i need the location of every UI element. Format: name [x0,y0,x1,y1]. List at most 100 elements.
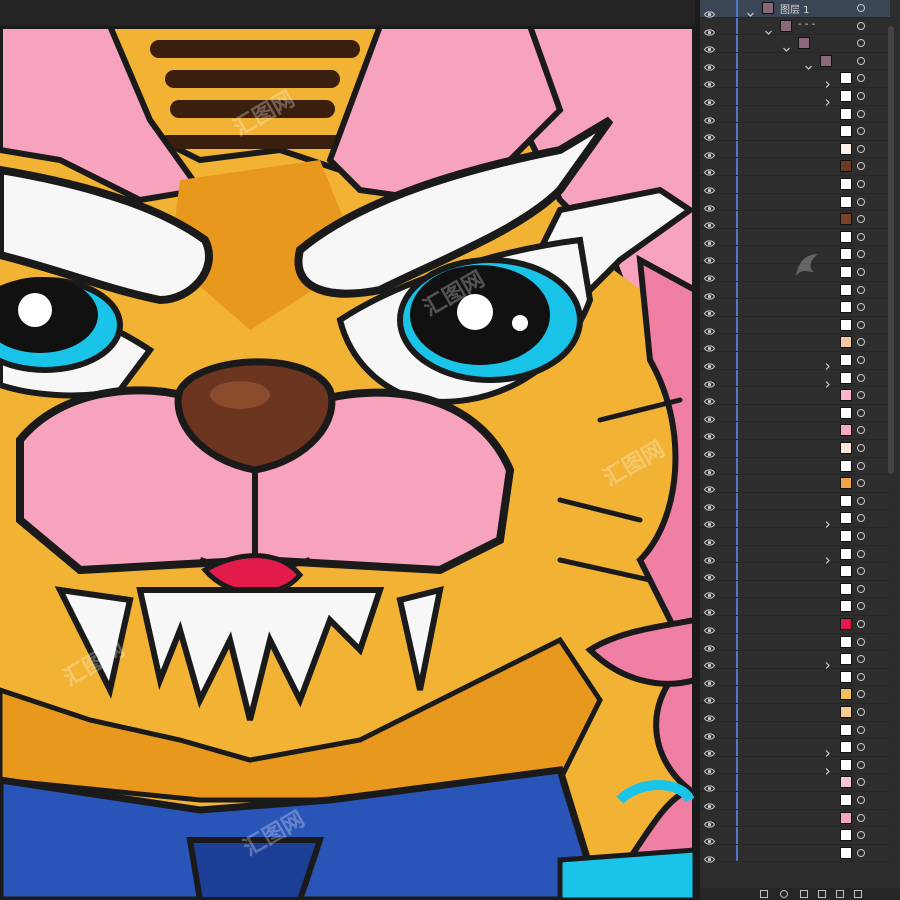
visibility-eye-icon[interactable] [703,796,716,810]
target-circle-icon[interactable] [857,584,865,593]
group-icon[interactable] [818,890,826,898]
layer-row[interactable] [700,633,890,652]
visibility-eye-icon[interactable] [703,22,716,36]
target-circle-icon[interactable] [857,356,865,364]
chevron-down-icon[interactable] [804,57,813,70]
target-circle-icon[interactable] [857,725,865,734]
target-circle-icon[interactable] [857,743,865,752]
layer-row[interactable] [700,563,890,581]
chevron-right-icon[interactable] [823,655,832,670]
layer-row[interactable] [700,668,890,687]
layer-row[interactable] [700,686,890,705]
target-circle-icon[interactable] [857,268,865,276]
layer-row[interactable] [700,52,890,71]
target-circle-icon[interactable] [857,708,865,716]
layer-row[interactable] [700,510,890,529]
target-circle-icon[interactable] [857,796,865,804]
visibility-eye-icon[interactable] [703,426,716,441]
target-circle-icon[interactable] [857,391,865,400]
visibility-eye-icon[interactable] [703,356,716,370]
layer-row[interactable] [700,475,890,493]
layer-row[interactable] [700,387,890,405]
visibility-eye-icon[interactable] [703,338,716,353]
chevron-right-icon[interactable] [823,743,832,758]
target-circle-icon[interactable] [857,408,865,417]
target-circle-icon[interactable] [857,778,865,787]
target-circle-icon[interactable] [857,127,865,136]
target-circle-icon[interactable] [857,320,865,329]
layer-row[interactable] [700,844,890,863]
layer-row[interactable] [700,70,890,89]
visibility-eye-icon[interactable] [703,690,716,705]
target-circle-icon[interactable] [857,180,865,188]
layer-row[interactable] [700,176,890,194]
export-icon[interactable] [760,890,768,898]
layer-row[interactable]: - - - [700,17,890,36]
visibility-eye-icon[interactable] [703,180,716,194]
target-circle-icon[interactable] [857,532,865,540]
layer-row[interactable] [700,316,890,335]
visibility-eye-icon[interactable] [703,655,716,669]
visibility-eye-icon[interactable] [703,602,716,617]
search-icon[interactable] [780,890,788,898]
visibility-eye-icon[interactable] [703,550,716,564]
visibility-eye-icon[interactable] [703,57,716,71]
chevron-right-icon[interactable] [823,550,832,564]
visibility-eye-icon[interactable] [703,286,716,300]
target-circle-icon[interactable] [857,444,865,452]
layer-row[interactable] [700,616,890,634]
layer-row[interactable] [700,422,890,441]
target-circle-icon[interactable] [857,760,865,769]
target-circle-icon[interactable] [857,567,865,576]
layer-row[interactable] [700,158,890,177]
visibility-eye-icon[interactable] [703,849,716,863]
target-circle-icon[interactable] [857,215,865,224]
target-circle-icon[interactable] [857,303,865,312]
target-circle-icon[interactable] [857,373,865,382]
target-circle-icon[interactable] [857,690,865,699]
visibility-eye-icon[interactable] [703,532,716,546]
visibility-eye-icon[interactable] [703,268,716,282]
visibility-eye-icon[interactable] [703,321,716,335]
target-circle-icon[interactable] [857,92,865,100]
target-circle-icon[interactable] [857,232,865,241]
target-circle-icon[interactable] [857,655,865,664]
target-circle-icon[interactable] [857,514,865,523]
layer-row[interactable] [700,105,890,124]
layer-row[interactable] [700,545,890,564]
visibility-eye-icon[interactable] [703,374,716,388]
layer-row[interactable] [700,651,890,670]
chevron-right-icon[interactable] [823,514,832,529]
layer-row[interactable] [700,352,890,370]
visibility-eye-icon[interactable] [703,444,716,458]
target-circle-icon[interactable] [857,549,865,558]
layer-row[interactable] [700,528,890,546]
target-circle-icon[interactable] [857,250,865,259]
layer-row[interactable] [700,299,890,317]
target-circle-icon[interactable] [857,338,865,347]
target-circle-icon[interactable] [857,848,865,857]
visibility-eye-icon[interactable] [703,814,716,828]
target-circle-icon[interactable] [857,285,865,294]
visibility-eye-icon[interactable] [703,567,716,581]
layer-row[interactable] [700,774,890,793]
artboard-canvas[interactable]: 汇图网 汇图网 汇图网 汇图网 汇图网 [0,26,695,900]
visibility-eye-icon[interactable] [703,215,716,229]
visibility-eye-icon[interactable] [703,497,716,511]
layer-row[interactable] [700,228,890,247]
layer-row[interactable] [700,457,890,476]
target-circle-icon[interactable] [857,496,865,505]
target-circle-icon[interactable] [857,620,865,628]
chevron-right-icon[interactable] [823,356,832,370]
visibility-eye-icon[interactable] [703,39,716,53]
visibility-eye-icon[interactable] [703,778,716,793]
chevron-right-icon[interactable] [823,374,832,388]
layer-row[interactable] [700,140,890,159]
visibility-eye-icon[interactable] [703,391,716,405]
layer-row[interactable] [700,792,890,810]
new-layer-icon[interactable] [800,890,808,898]
visibility-eye-icon[interactable] [703,479,716,493]
visibility-eye-icon[interactable] [703,761,716,775]
visibility-eye-icon[interactable] [703,673,716,687]
layer-row[interactable] [700,404,890,423]
